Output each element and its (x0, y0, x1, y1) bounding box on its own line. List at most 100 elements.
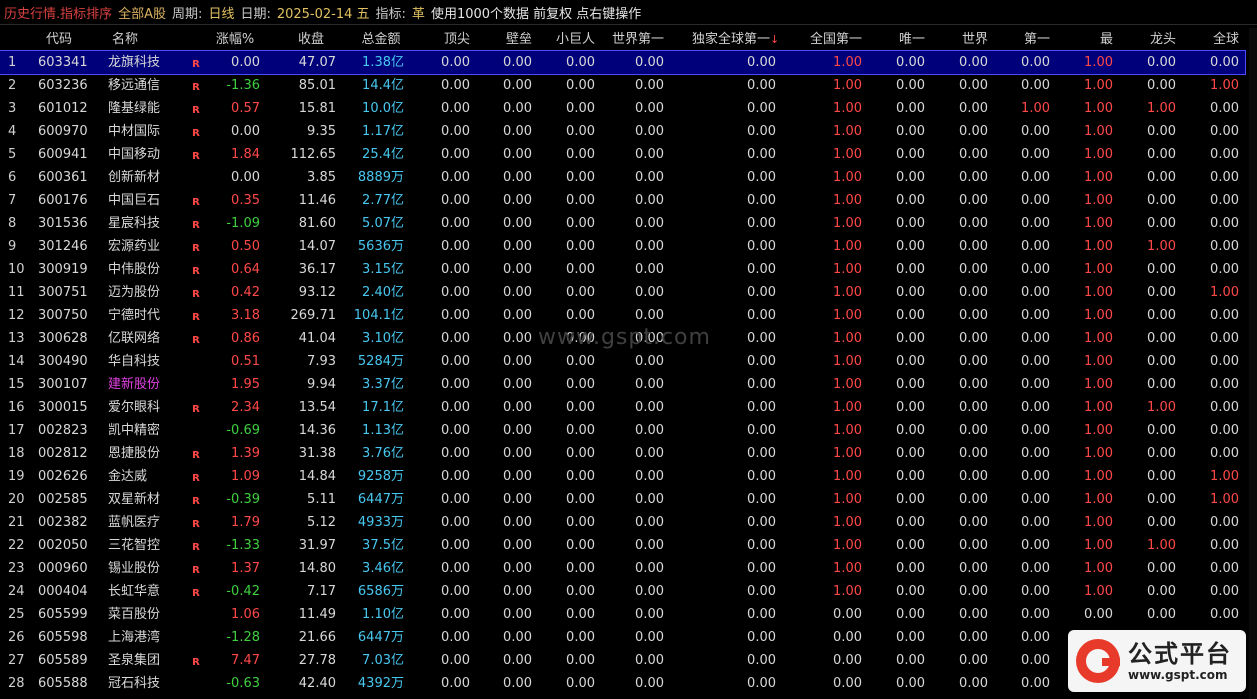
stock-name: 凯中精密 (108, 423, 161, 438)
table-row[interactable]: 17 002823 凯中精密 -0.69 14.36 1.13亿 0.00 0.00 0.00 0… (0, 419, 1245, 442)
indicator-value: 0.00 (1021, 469, 1050, 484)
indicator-value: 0.00 (959, 170, 988, 185)
indicator-value: 0.00 (959, 630, 988, 645)
table-row[interactable]: 25 605599 菜百股份 1.06 11.49 1.10亿 0.00 0.00 0.00 0.… (0, 603, 1245, 626)
table-row[interactable]: 21 002382 蓝帆医疗 R 1.79 5.12 4933万 0.00 0.00 0.00 0.… (0, 511, 1245, 534)
indicator-value: 1.00 (833, 285, 862, 300)
change-percent: -1.36 (226, 78, 260, 93)
table-row[interactable]: 3 601012 隆基绿能 R 0.57 15.81 10.0亿 0.00 0.00 0.00 0.… (0, 97, 1245, 120)
table-row[interactable]: 27 605589 圣泉集团 R 7.47 27.78 7.03亿 0.00 0.00 0.00 0… (0, 649, 1245, 672)
sort-desc-icon: ↓ (770, 33, 780, 46)
indicator-value: 0.00 (747, 492, 776, 507)
header-close[interactable]: 收盘 (286, 28, 336, 51)
table-row[interactable]: 11 300751 迈为股份 R 0.42 93.12 2.40亿 0.00 0.00 0.00 0… (0, 281, 1245, 304)
table-row[interactable]: 16 300015 爱尔眼科 R 2.34 13.54 17.1亿 0.00 0.00 0.00 0… (0, 396, 1245, 419)
stock-name: 锡业股份 (108, 561, 161, 576)
header-col-dujia[interactable]: 独家全球第一↓ (692, 28, 784, 51)
indicator-value: 1.00 (833, 262, 862, 277)
indicator-value: 0.00 (896, 607, 925, 622)
table-row[interactable]: 4 600970 中材国际 R 0.00 9.35 1.17亿 0.00 0.00 0.00 0.0… (0, 120, 1245, 143)
indicator-value: 0.00 (503, 331, 532, 346)
indicator-value: 0.00 (1021, 193, 1050, 208)
header-col-xiaojuren[interactable]: 小巨人 (535, 28, 595, 51)
table-row[interactable]: 9 301246 宏源药业 R 0.50 14.07 5636万 0.00 0.00 0.00 0.… (0, 235, 1245, 258)
indicator-value: 0.00 (566, 262, 595, 277)
date-value[interactable]: 2025-02-14 五 (277, 3, 370, 22)
indicator-value: 0.00 (566, 423, 595, 438)
indicator-value: 0.00 (503, 423, 532, 438)
indicator-value: 0.00 (1021, 124, 1050, 139)
close-price: 21.66 (298, 630, 336, 645)
indicator-value: 0.00 (959, 354, 988, 369)
indicator-value: 1.00 (833, 101, 862, 116)
header-code[interactable]: 代码 (46, 28, 106, 51)
header-col-quanguo[interactable]: 全国第一 (800, 28, 862, 51)
total-amount: 1.10亿 (362, 607, 404, 622)
stock-name: 亿联网络 (108, 331, 161, 346)
header-change[interactable]: 涨幅% (205, 28, 265, 51)
header-col-quanqiu[interactable]: 全球 (1179, 28, 1239, 51)
change-percent: 0.86 (231, 331, 260, 346)
indicator-value: 0.00 (441, 515, 470, 530)
indicator-value: 0.00 (635, 423, 664, 438)
market-selector[interactable]: 全部A股 (118, 3, 166, 22)
table-row[interactable]: 6 600361 创新新材 0.00 3.85 8889万 0.00 0.00 0.00 0.00… (0, 166, 1245, 189)
table-row[interactable]: 7 600176 中国巨石 R 0.35 11.46 2.77亿 0.00 0.00 0.00 0.… (0, 189, 1245, 212)
table-row[interactable]: 12 300750 宁德时代 R 3.18 269.71 104.1亿 0.00 0.00 0.0… (0, 304, 1245, 327)
row-index: 19 (8, 469, 25, 484)
change-percent: 1.39 (231, 446, 260, 461)
table-row[interactable]: 19 002626 金达威 R 1.09 14.84 9258万 0.00 0.00 0.00 0.… (0, 465, 1245, 488)
table-row[interactable]: 26 605598 上海港湾 -1.28 21.66 6447万 0.00 0.00 0.00 0… (0, 626, 1245, 649)
indicator-value: 1.00 (1084, 101, 1113, 116)
stock-code: 600941 (38, 147, 88, 162)
close-price: 5.11 (307, 492, 336, 507)
table-row[interactable]: 10 300919 中伟股份 R 0.64 36.17 3.15亿 0.00 0.00 0.00 0… (0, 258, 1245, 281)
stock-name: 双星新材 (108, 492, 161, 507)
table-row[interactable]: 8 301536 星宸科技 R -1.09 81.60 5.07亿 0.00 0.00 0.00 0… (0, 212, 1245, 235)
header-col-longtou[interactable]: 龙头 (1116, 28, 1176, 51)
header-name[interactable]: 名称 (112, 28, 188, 51)
table-row[interactable]: 23 000960 锡业股份 R 1.37 14.80 3.46亿 0.00 0.00 0.00 0… (0, 557, 1245, 580)
indicator-value: 0.00 (896, 193, 925, 208)
stock-name: 上海港湾 (108, 630, 161, 645)
vertical-scrollbar[interactable] (1249, 28, 1257, 699)
close-price: 93.12 (298, 285, 336, 300)
table-row[interactable]: 1 603341 龙旗科技 R 0.00 47.07 1.38亿 0.00 0.00 0.00 0.… (0, 50, 1246, 75)
table-row[interactable]: 14 300490 华自科技 0.51 7.93 5284万 0.00 0.00 0.00 0.0… (0, 350, 1245, 373)
indicator-value[interactable]: 革 (412, 3, 425, 22)
table-row[interactable]: 20 002585 双星新材 R -0.39 5.11 6447万 0.00 0.00 0.00 0… (0, 488, 1245, 511)
indicator-value: 0.00 (1021, 216, 1050, 231)
row-index: 23 (8, 561, 25, 576)
indicator-value: 0.00 (441, 676, 470, 691)
table-row[interactable]: 28 605588 冠石科技 -0.63 42.40 4392万 0.00 0.00 0.00 0… (0, 672, 1245, 695)
indicator-value: 0.00 (959, 124, 988, 139)
indicator-value: 0.00 (747, 262, 776, 277)
indicator-value: 0.00 (1210, 515, 1239, 530)
indicator-value: 0.00 (1147, 515, 1176, 530)
table-row[interactable]: 24 000404 长虹华意 R -0.42 7.17 6586万 0.00 0.00 0.00 0… (0, 580, 1245, 603)
header-col-shijie[interactable]: 世界 (928, 28, 988, 51)
header-amount[interactable]: 总金额 (356, 28, 406, 51)
indicator-value: 0.00 (1021, 492, 1050, 507)
header-col-bilei[interactable]: 壁垒 (472, 28, 532, 51)
indicator-value: 0.00 (566, 584, 595, 599)
table-row[interactable]: 18 002812 恩捷股份 R 1.39 31.38 3.76亿 0.00 0.00 0.00 0… (0, 442, 1245, 465)
header-col-dingjian[interactable]: 顶尖 (410, 28, 470, 51)
table-row[interactable]: 2 603236 移远通信 R -1.36 85.01 14.4亿 0.00 0.00 0.00 0… (0, 74, 1245, 97)
stock-code: 002823 (38, 423, 88, 438)
period-value[interactable]: 日线 (208, 3, 234, 22)
header-col-weiyi[interactable]: 唯一 (865, 28, 925, 51)
indicator-value: 0.00 (1147, 561, 1176, 576)
table-row[interactable]: 15 300107 建新股份 1.95 9.94 3.37亿 0.00 0.00 0.00 0.0… (0, 373, 1245, 396)
header-col-shijiediyi[interactable]: 世界第一 (602, 28, 664, 51)
header-col-diyi[interactable]: 第一 (990, 28, 1050, 51)
total-amount: 37.5亿 (362, 538, 404, 553)
close-price: 14.36 (298, 423, 336, 438)
indicator-value: 1.00 (1084, 561, 1113, 576)
header-col-zui[interactable]: 最 (1053, 28, 1113, 51)
indicator-value: 0.00 (959, 147, 988, 162)
table-row[interactable]: 22 002050 三花智控 R -1.33 31.97 37.5亿 0.00 0.00 0.00… (0, 534, 1245, 557)
indicator-value: 0.00 (1210, 193, 1239, 208)
indicator-value: 0.00 (635, 285, 664, 300)
table-row[interactable]: 5 600941 中国移动 R 1.84 112.65 25.4亿 0.00 0.00 0.00 0… (0, 143, 1245, 166)
